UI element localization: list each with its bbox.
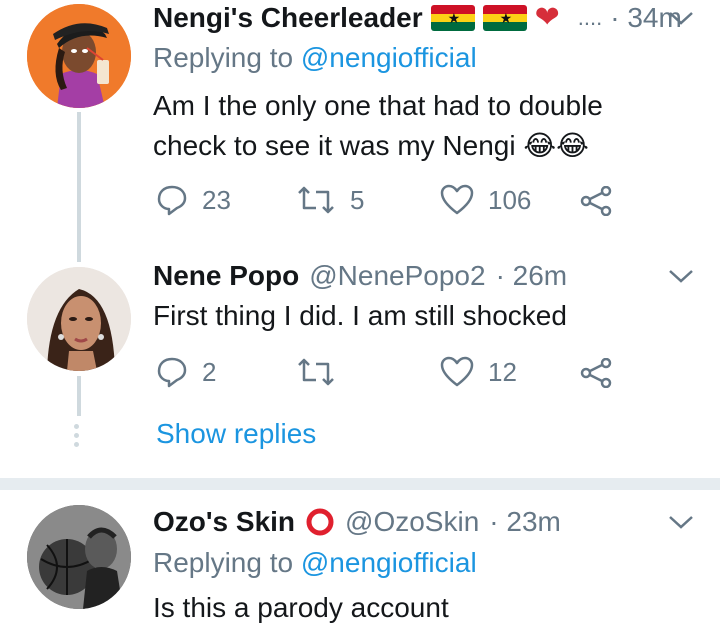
chevron-down-icon[interactable] (666, 8, 696, 28)
display-name[interactable]: Nengi's Cheerleader (153, 2, 423, 34)
chevron-down-icon[interactable] (666, 266, 696, 286)
reply-icon (157, 357, 187, 388)
section-divider (0, 478, 720, 490)
tweet-text-line-1: Am I the only one that had to double (153, 90, 603, 121)
retweet-icon (298, 186, 334, 214)
reply-count: 2 (202, 356, 217, 387)
tweet-text: Is this a parody account (153, 592, 449, 623)
tears-of-joy-emoji-icon: 😂😂 (523, 130, 589, 161)
thread-line (77, 376, 81, 416)
like-button[interactable]: 106 (440, 184, 531, 216)
reply-count: 23 (202, 184, 231, 215)
display-name[interactable]: Ozo's Skin (153, 506, 295, 538)
ghana-flag-icon: ★ (430, 5, 475, 31)
handle[interactable]: @OzoSkin (345, 506, 479, 538)
like-count: 106 (488, 184, 532, 215)
share-icon[interactable] (580, 186, 612, 216)
thread-line (77, 112, 81, 262)
retweet-icon (298, 358, 334, 386)
avatar-nengis-cheerleader[interactable] (27, 4, 131, 108)
chevron-down-icon[interactable] (666, 512, 696, 532)
avatar-ozos-skin[interactable] (27, 505, 131, 609)
retweet-button[interactable] (296, 356, 350, 388)
share-icon[interactable] (580, 358, 612, 388)
reply-button[interactable]: 2 (156, 356, 216, 388)
mention-link[interactable]: @nengiofficial (301, 547, 477, 578)
like-button[interactable]: 12 (440, 356, 517, 388)
hollow-red-circle-icon (306, 508, 334, 536)
show-replies-link[interactable]: Show replies (156, 418, 316, 450)
replying-to-label: Replying to (153, 547, 294, 578)
retweet-count: 5 (350, 184, 365, 215)
mention-link[interactable]: @nengiofficial (301, 42, 477, 73)
heart-icon (440, 184, 474, 215)
reply-button[interactable]: 23 (156, 184, 231, 216)
like-count: 12 (488, 356, 517, 387)
retweet-button[interactable]: 5 (296, 184, 364, 216)
red-heart-icon: ❤ (534, 1, 560, 34)
thread-dots (74, 424, 79, 447)
tweet-text: First thing I did. I am still shocked (153, 300, 567, 331)
reply-icon (157, 185, 187, 216)
replying-to-label: Replying to (153, 42, 294, 73)
ghana-flag-icon: ★ (482, 5, 527, 31)
heart-icon (440, 356, 474, 387)
tweet-text-line-2: check to see it was my Nengi (153, 130, 516, 161)
display-name[interactable]: Nene Popo (153, 260, 299, 292)
timestamp[interactable]: · 23m (489, 506, 561, 538)
handle[interactable]: @NenePopo2 (309, 260, 485, 292)
handle[interactable]: .... (578, 5, 602, 31)
timestamp[interactable]: · 26m (496, 260, 568, 292)
avatar-nene-popo[interactable] (27, 267, 131, 371)
